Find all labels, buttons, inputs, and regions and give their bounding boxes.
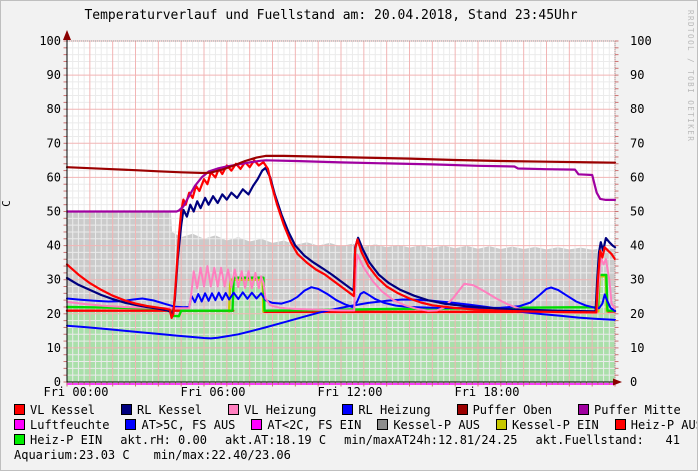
legend-label: AT>5C, FS AUS xyxy=(141,417,236,432)
legend-item: Aquarium:23.03 C xyxy=(14,448,130,462)
legend-item: min/max:22.40/23.06 xyxy=(154,448,291,462)
svg-text:80: 80 xyxy=(47,102,61,116)
legend-swatch xyxy=(125,419,137,430)
legend-item: Puffer Mitte xyxy=(578,403,681,417)
y-axis-unit-label: C xyxy=(0,200,13,207)
legend-label: akt.rH: 0.00 xyxy=(120,432,207,447)
svg-text:40: 40 xyxy=(630,239,644,253)
svg-text:50: 50 xyxy=(630,205,644,219)
legend-item: AT>5C, FS AUS xyxy=(125,418,235,432)
legend-label: akt.AT:18.19 C xyxy=(224,432,327,447)
legend-swatch xyxy=(342,404,354,415)
svg-text:90: 90 xyxy=(47,68,61,82)
legend-row: Aquarium:23.03 C min/max:22.40/23.06 xyxy=(14,447,695,462)
legend-row: VL Kessel RL Kessel VL Heizung RL Heizung Pu… xyxy=(14,402,695,417)
legend-item: Luftfeuchte xyxy=(14,418,109,432)
svg-text:30: 30 xyxy=(47,273,61,287)
legend-item: akt.rH: 0.00 xyxy=(120,433,207,447)
legend-item: Heiz-P EIN xyxy=(14,433,102,447)
legend-label: AT<2C, FS EIN xyxy=(267,417,362,432)
legend-row: Luftfeuchte AT>5C, FS AUS AT<2C, FS EIN Kes… xyxy=(14,417,698,432)
svg-text:Fri 00:00: Fri 00:00 xyxy=(43,385,108,399)
legend-label: RL Kessel xyxy=(137,402,203,417)
legend-item: VL Kessel xyxy=(14,403,95,417)
svg-text:60: 60 xyxy=(630,170,644,184)
svg-text:60: 60 xyxy=(47,170,61,184)
legend-item: RL Heizung xyxy=(342,402,431,417)
svg-text:Fri 06:00: Fri 06:00 xyxy=(180,385,245,399)
legend-swatch xyxy=(614,419,626,430)
svg-text:20: 20 xyxy=(47,307,61,321)
legend-label: Puffer Oben xyxy=(472,402,553,417)
legend-swatch xyxy=(14,419,25,430)
legend-label: min/max:22.40/23.06 xyxy=(153,447,291,462)
svg-text:20: 20 xyxy=(630,307,644,321)
legend-swatch xyxy=(377,419,389,430)
legend-swatch xyxy=(456,404,468,415)
legend-item: Puffer Oben xyxy=(456,402,553,417)
legend-label: akt.Fuellstand: 41 xyxy=(535,432,681,447)
legend: VL Kessel RL Kessel VL Heizung RL Heizung Pu… xyxy=(14,402,698,462)
legend-label: Kessel-P AUS xyxy=(393,417,481,432)
svg-text:30: 30 xyxy=(630,273,644,287)
chart-title: Temperaturverlauf und Fuellstand am: 20.… xyxy=(84,8,578,23)
legend-swatch xyxy=(228,404,240,415)
legend-item: AT<2C, FS EIN xyxy=(251,418,361,432)
svg-text:90: 90 xyxy=(630,68,644,82)
svg-text:Fri 18:00: Fri 18:00 xyxy=(454,385,519,399)
svg-text:70: 70 xyxy=(47,136,61,150)
legend-item: Kessel-P AUS xyxy=(377,418,480,432)
legend-label: Luftfeuchte xyxy=(30,417,110,432)
legend-item: akt.Fuellstand: 41 xyxy=(536,433,681,447)
legend-swatch xyxy=(251,419,263,430)
svg-text:40: 40 xyxy=(47,239,61,253)
legend-swatch xyxy=(14,404,25,415)
legend-label: Aquarium:23.03 C xyxy=(14,447,130,462)
legend-item: VL Heizung xyxy=(228,403,316,417)
legend-row: Heiz-P EIN akt.rH: 0.00 akt.AT:18.19 C min/… xyxy=(14,432,695,447)
svg-text:10: 10 xyxy=(630,341,644,355)
legend-label: RL Heizung xyxy=(358,402,431,417)
temperature-chart: 0 010 1020 2030 3040 4050 5060 6070 7080 8090 9010… xyxy=(39,30,652,399)
legend-swatch xyxy=(496,419,508,430)
watermark-text: RRDTOOL / TOBI OETIKER xyxy=(686,10,695,143)
legend-swatch xyxy=(121,404,133,415)
svg-text:80: 80 xyxy=(630,102,644,116)
legend-item: akt.AT:18.19 C xyxy=(225,433,326,447)
legend-item: RL Kessel xyxy=(121,403,202,417)
legend-item: Kessel-P EIN xyxy=(496,418,599,432)
svg-text:Fri 12:00: Fri 12:00 xyxy=(317,385,382,399)
legend-label: Heiz-P EIN xyxy=(30,432,103,447)
legend-swatch xyxy=(14,434,25,445)
legend-swatch xyxy=(578,404,590,415)
rrdtool-graph: 0 0 10 10 20 20 30 30 40 40 50 50 60 60 70 70 80 80 90 90 10… xyxy=(0,0,698,471)
legend-label: Heiz-P AUS xyxy=(630,417,698,432)
svg-text:50: 50 xyxy=(47,205,61,219)
legend-item: Heiz-P AUS xyxy=(614,417,698,432)
svg-text:100: 100 xyxy=(630,34,652,48)
svg-text:10: 10 xyxy=(47,341,61,355)
legend-label: min/maxAT24h:12.81/24.25 xyxy=(344,432,518,447)
svg-text:0: 0 xyxy=(630,375,637,389)
legend-label: Puffer Mitte xyxy=(594,402,681,417)
legend-label: VL Kessel xyxy=(30,402,96,417)
svg-text:70: 70 xyxy=(630,136,644,150)
legend-label: Kessel-P EIN xyxy=(512,417,599,432)
legend-item: min/maxAT24h:12.81/24.25 xyxy=(344,433,517,447)
svg-text:100: 100 xyxy=(39,34,61,48)
legend-label: VL Heizung xyxy=(244,402,317,417)
